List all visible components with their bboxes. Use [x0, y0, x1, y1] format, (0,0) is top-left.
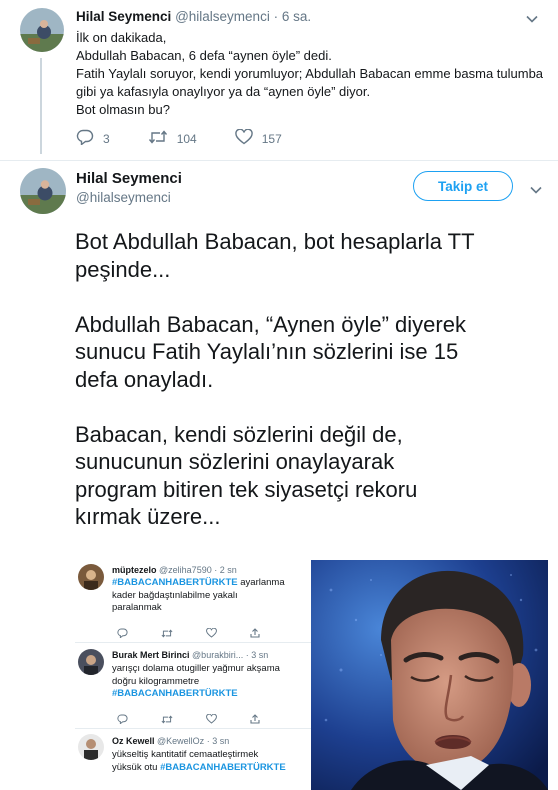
follow-button[interactable]: Takip et [413, 171, 513, 201]
like-count: 157 [261, 131, 282, 146]
share-icon [250, 711, 293, 729]
embedded-author-handle: @zeliha7590 [159, 565, 212, 575]
thread-line [40, 58, 42, 154]
embedded-tweet-time: · 3 sn [245, 650, 269, 660]
embedded-screenshot: müptezelo @zeliha7590 · 2 sn #BABACANHAB… [75, 560, 311, 790]
tweet-line: Bot olmasın bu? [76, 102, 170, 117]
avatar[interactable] [20, 8, 64, 52]
tweet-media[interactable]: müptezelo @zeliha7590 · 2 sn #BABACANHAB… [75, 560, 548, 790]
avatar [78, 649, 104, 675]
tweet-line: defa onayladı. [75, 366, 214, 392]
embedded-tweet-line: kader bağdaştınlabilme yakalı [112, 589, 238, 601]
tweet-text: Bot Abdullah Babacan, bot hesaplarla TT … [75, 228, 553, 531]
like-icon [206, 625, 250, 643]
embedded-author-name: Burak Mert Birinci [112, 650, 190, 660]
divider [75, 728, 311, 729]
chevron-down-icon[interactable] [526, 10, 538, 28]
embedded-tweet-actions [117, 625, 293, 643]
author-name[interactable]: Hilal Seymenci [76, 9, 171, 24]
divider [0, 160, 558, 161]
tweet-line: gibi ya kafasıyla onaylıyor ya da “aynen… [76, 84, 371, 99]
author-handle[interactable]: @hilalseymenci [175, 9, 270, 24]
author-handle[interactable]: @hilalseymenci [76, 190, 171, 205]
embedded-tweet-line: ayarlanma [237, 577, 285, 588]
embedded-tweet-line: yüksük otu [112, 761, 161, 773]
embedded-author-handle: @KewellOz [157, 736, 205, 746]
avatar [78, 564, 104, 590]
avatar [78, 734, 104, 760]
embedded-tweet-line: yarışçı dolama otugiller yağmur akşama [112, 663, 280, 674]
embedded-tweet-header: Burak Mert Birinci @burakbiri... · 3 sn [112, 650, 268, 660]
tweet-line: Abdullah Babacan, 6 defa “aynen öyle” de… [76, 48, 332, 63]
embedded-author-name: Oz Kewell [112, 736, 155, 746]
tweet-line: peşinde... [75, 256, 171, 282]
hashtag: #BABACANHABERTÜRKTE [112, 577, 238, 588]
tweet-time[interactable]: · 6 sa. [270, 9, 312, 24]
like-icon [235, 128, 262, 148]
chevron-down-icon[interactable] [530, 181, 542, 199]
share-icon [250, 625, 293, 643]
tweet-actions: 3 104 157 [76, 128, 320, 148]
embedded-tweet-time: · 2 sn [214, 565, 237, 575]
embedded-tweet-line: paralanmak [112, 602, 162, 613]
tweet-header: Hilal Seymenci @hilalseymenci · 6 sa. [76, 9, 311, 24]
author-name[interactable]: Hilal Seymenci [76, 170, 182, 187]
tweet-line: program bitiren tek siyasetçi rekoru [75, 476, 418, 502]
hashtag: #BABACANHABERTÜRKTE [112, 688, 238, 699]
reply-button[interactable]: 3 [76, 129, 110, 148]
reply-icon [76, 129, 103, 148]
embedded-tweet-text: #BABACANHABERTÜRKTE ayarlanma kader bağd… [112, 577, 312, 615]
divider [75, 642, 311, 643]
tweet-line: Fatih Yaylalı soruyor, kendi yorumluyor;… [76, 66, 544, 81]
retweet-button[interactable]: 104 [148, 130, 197, 147]
embedded-tweet-text: yükseltiş kantitatif cemaatleştirmek yük… [112, 749, 312, 774]
embedded-author-name: müptezelo [112, 565, 157, 575]
hashtag: #BABACANHABERTÜRKTE [160, 761, 286, 773]
retweet-icon [161, 711, 206, 729]
retweet-icon [161, 625, 206, 643]
embedded-author-handle: @burakbiri... [192, 650, 244, 660]
politician-photo [311, 560, 548, 790]
reply-tweet[interactable]: Hilal Seymenci @hilalseymenci · 6 sa. İl… [0, 0, 558, 160]
embedded-tweet-header: müptezelo @zeliha7590 · 2 sn [112, 565, 237, 575]
embedded-tweet-header: Oz Kewell @KewellOz · 3 sn [112, 736, 229, 746]
tweet-text: İlk on dakikada, Abdullah Babacan, 6 def… [76, 29, 546, 119]
tweet-line: Abdullah Babacan, “Aynen öyle” diyerek [75, 311, 466, 337]
like-icon [206, 711, 250, 729]
tweet-line: İlk on dakikada, [76, 30, 167, 45]
embedded-tweet-line: doğru kilogrammetre [112, 675, 200, 687]
retweet-count: 104 [176, 131, 197, 146]
embedded-tweet-line: yükseltiş kantitatif cemaatleştirmek [112, 749, 259, 760]
tweet-line: kırmak üzere... [75, 504, 221, 529]
embedded-tweet-actions [117, 711, 293, 729]
like-button[interactable]: 157 [235, 128, 282, 148]
tweet-line: sunucu Fatih Yaylalı’nın sözlerini ise 1… [75, 339, 459, 364]
reply-count: 3 [103, 131, 110, 146]
reply-icon [117, 711, 161, 729]
tweet-line: Babacan, kendi sözlerini değil de, [75, 421, 403, 447]
embedded-tweet-text: yarışçı dolama otugiller yağmur akşama d… [112, 663, 312, 701]
tweet-line: Bot Abdullah Babacan, bot hesaplarla TT [75, 229, 475, 254]
embedded-tweet-time: · 3 sn [206, 736, 230, 746]
tweet-line: sunucunun sözlerini onaylayarak [75, 449, 395, 474]
reply-icon [117, 625, 161, 643]
avatar[interactable] [20, 168, 66, 214]
retweet-icon [148, 130, 177, 147]
